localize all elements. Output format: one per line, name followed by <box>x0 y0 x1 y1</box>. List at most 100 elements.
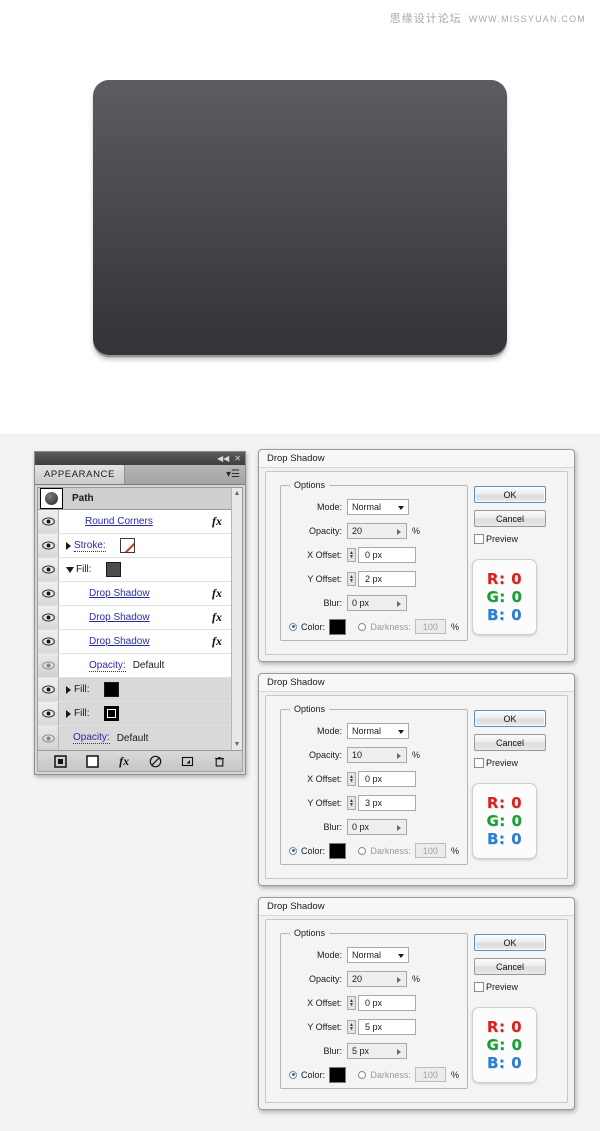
visibility-eye-icon[interactable] <box>38 510 59 533</box>
blur-input[interactable]: 0 px <box>347 818 407 835</box>
mode-select[interactable]: Normal <box>347 722 409 739</box>
disclosure-triangle-icon[interactable] <box>66 709 71 718</box>
color-radio[interactable] <box>289 846 297 855</box>
opacity-input[interactable]: 10 <box>347 746 407 763</box>
appearance-row-label[interactable]: Stroke: <box>74 540 106 552</box>
opacity-popup-arrow-icon[interactable] <box>397 976 401 983</box>
preview-checkbox-row[interactable]: Preview <box>474 982 518 992</box>
darkness-input[interactable]: 100 <box>414 1067 446 1082</box>
fill-color-swatch[interactable] <box>105 562 121 577</box>
opacity-input[interactable]: 20 <box>347 522 407 539</box>
darkness-radio[interactable] <box>358 622 367 631</box>
y-offset-input[interactable]: 5 px <box>358 1018 416 1035</box>
darkness-input[interactable]: 100 <box>414 843 446 858</box>
appearance-row-fill-black-2[interactable]: Fill: <box>38 702 231 726</box>
visibility-eye-icon[interactable] <box>38 702 59 725</box>
add-new-fill-icon[interactable] <box>86 754 99 768</box>
cancel-button[interactable]: Cancel <box>474 510 546 527</box>
fill-color-swatch[interactable] <box>103 682 119 697</box>
shadow-color-chip[interactable] <box>329 1066 347 1083</box>
visibility-eye-icon[interactable] <box>38 630 59 653</box>
y-offset-stepper[interactable]: ▲ ▼ <box>347 1019 356 1034</box>
ok-button[interactable]: OK <box>474 710 546 727</box>
darkness-input[interactable]: 100 <box>414 619 446 634</box>
tab-appearance[interactable]: APPEARANCE <box>35 465 125 484</box>
y-offset-stepper[interactable]: ▲ ▼ <box>347 571 356 586</box>
color-radio[interactable] <box>289 622 297 631</box>
fx-icon[interactable]: fx <box>212 634 222 649</box>
appearance-row-drop-shadow-3[interactable]: Drop Shadow fx <box>38 630 231 654</box>
fx-icon[interactable]: fx <box>212 586 222 601</box>
close-icon[interactable]: ✕ <box>234 454 241 463</box>
x-offset-stepper[interactable]: ▲ ▼ <box>347 547 356 562</box>
fx-icon[interactable]: fx <box>212 514 222 529</box>
appearance-row-label[interactable]: Round Corners <box>85 516 153 527</box>
scroll-down-icon[interactable]: ▼ <box>234 741 241 748</box>
visibility-eye-icon[interactable] <box>38 534 59 557</box>
preview-checkbox[interactable] <box>474 534 484 544</box>
x-offset-stepper[interactable]: ▲ ▼ <box>347 995 356 1010</box>
x-offset-input[interactable]: 0 px <box>358 770 416 787</box>
color-radio[interactable] <box>289 1070 297 1079</box>
ok-button[interactable]: OK <box>474 934 546 951</box>
stroke-color-swatch[interactable] <box>119 538 135 553</box>
y-offset-stepper[interactable]: ▲ ▼ <box>347 795 356 810</box>
mode-select[interactable]: Normal <box>347 498 409 515</box>
opacity-popup-arrow-icon[interactable] <box>397 752 401 759</box>
cancel-button[interactable]: Cancel <box>474 734 546 751</box>
preview-checkbox[interactable] <box>474 982 484 992</box>
opacity-input[interactable]: 20 <box>347 970 407 987</box>
appearance-row-label[interactable]: Drop Shadow <box>89 588 150 599</box>
y-offset-input[interactable]: 2 px <box>358 570 416 587</box>
disclosure-triangle-icon[interactable] <box>66 566 74 573</box>
darkness-radio[interactable] <box>358 1070 367 1079</box>
panel-scrollbar[interactable]: ▲ ▼ <box>231 488 242 750</box>
clear-appearance-icon[interactable] <box>149 755 162 768</box>
cancel-button[interactable]: Cancel <box>474 958 546 975</box>
appearance-row-fill-black-1[interactable]: Fill: <box>38 678 231 702</box>
appearance-row-drop-shadow-2[interactable]: Drop Shadow fx <box>38 606 231 630</box>
blur-popup-arrow-icon[interactable] <box>397 600 401 607</box>
fx-icon[interactable]: fx <box>212 610 222 625</box>
scroll-up-icon[interactable]: ▲ <box>234 490 241 497</box>
duplicate-item-icon[interactable] <box>181 755 194 768</box>
shadow-color-chip[interactable] <box>329 842 347 859</box>
shadow-color-chip[interactable] <box>329 618 347 635</box>
visibility-eye-icon[interactable] <box>38 654 59 677</box>
preview-checkbox-row[interactable]: Preview <box>474 758 518 768</box>
appearance-row-label[interactable]: Opacity: <box>89 660 126 672</box>
visibility-eye-icon[interactable] <box>38 678 59 701</box>
appearance-row-opacity-object[interactable]: Opacity: Default <box>38 726 231 750</box>
appearance-row-opacity-fill[interactable]: Opacity: Default <box>38 654 231 678</box>
blur-input[interactable]: 5 px <box>347 1042 407 1059</box>
x-offset-input[interactable]: 0 px <box>358 994 416 1011</box>
appearance-row-fill-gray[interactable]: Fill: <box>38 558 231 582</box>
visibility-eye-icon[interactable] <box>38 558 59 581</box>
appearance-row-path[interactable]: Path <box>38 488 231 510</box>
panel-menu-icon[interactable]: ▾☰ <box>226 469 240 480</box>
x-offset-stepper[interactable]: ▲ ▼ <box>347 771 356 786</box>
darkness-radio[interactable] <box>358 846 367 855</box>
appearance-row-round-corners[interactable]: Round Corners fx <box>38 510 231 534</box>
collapse-icon[interactable]: ◀◀ <box>217 454 229 463</box>
appearance-row-label[interactable]: Drop Shadow <box>89 636 150 647</box>
appearance-row-stroke[interactable]: Stroke: <box>38 534 231 558</box>
visibility-eye-icon[interactable] <box>38 726 59 750</box>
appearance-row-label[interactable]: Opacity: <box>73 732 110 744</box>
visibility-eye-icon[interactable] <box>38 582 59 605</box>
y-offset-input[interactable]: 3 px <box>358 794 416 811</box>
add-new-stroke-icon[interactable] <box>54 754 68 768</box>
blur-input[interactable]: 0 px <box>347 594 407 611</box>
opacity-popup-arrow-icon[interactable] <box>397 528 401 535</box>
visibility-eye-icon[interactable] <box>38 606 59 629</box>
preview-checkbox[interactable] <box>474 758 484 768</box>
blur-popup-arrow-icon[interactable] <box>397 824 401 831</box>
disclosure-triangle-icon[interactable] <box>66 541 71 550</box>
preview-checkbox-row[interactable]: Preview <box>474 534 518 544</box>
fill-color-swatch[interactable] <box>103 706 119 721</box>
delete-item-icon[interactable] <box>213 755 226 768</box>
mode-select[interactable]: Normal <box>347 946 409 963</box>
appearance-row-drop-shadow-1[interactable]: Drop Shadow fx <box>38 582 231 606</box>
ok-button[interactable]: OK <box>474 486 546 503</box>
add-new-effect-icon[interactable]: fx <box>118 754 131 768</box>
